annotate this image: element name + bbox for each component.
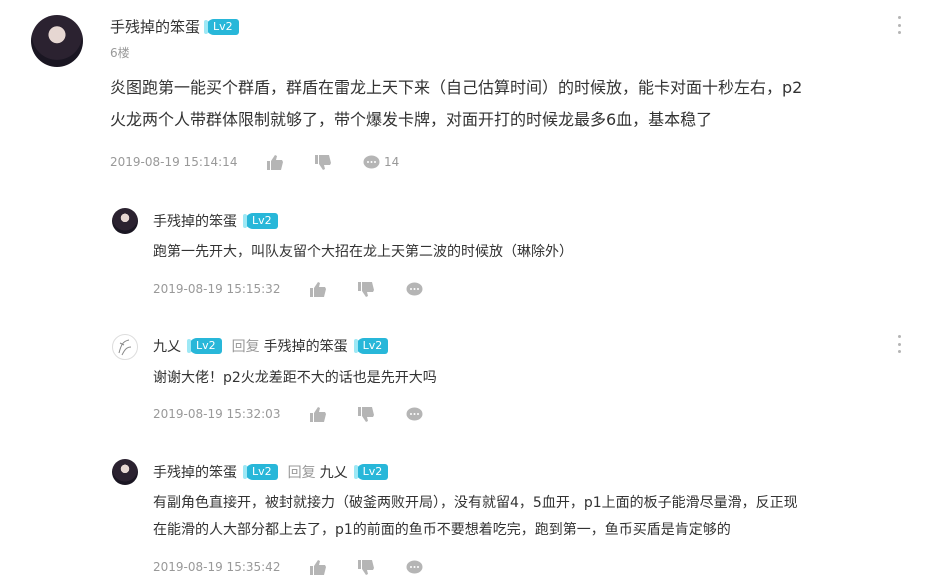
reply-label: 回复: [287, 465, 316, 481]
like-icon[interactable]: [309, 406, 327, 422]
comment-header: 手残掉的笨蛋 Lv2: [110, 16, 239, 37]
level-badge: Lv2: [187, 338, 222, 354]
username[interactable]: 手残掉的笨蛋: [110, 16, 200, 37]
avatar[interactable]: [31, 15, 83, 67]
reply-header: 手残掉的笨蛋 Lv2 回复 九乂 Lv2: [153, 462, 389, 482]
timestamp: 2019-08-19 15:35:42: [153, 560, 281, 574]
comment-count: 14: [384, 155, 400, 169]
comment-icon[interactable]: [405, 559, 423, 575]
like-icon[interactable]: [266, 154, 284, 170]
dislike-icon[interactable]: [357, 559, 375, 575]
reply-label: 回复: [231, 339, 260, 355]
comment-icon[interactable]: [405, 281, 423, 297]
reply-content: 有副角色直接开，被封就接力（破釜两败开局），没有就留4，5血开，p1上面的板子能…: [153, 490, 798, 544]
content-line: 有副角色直接开，被封就接力（破釜两败开局），没有就留4，5血开，p1上面的板子能…: [153, 495, 798, 511]
like-icon[interactable]: [309, 281, 327, 297]
timestamp: 2019-08-19 15:14:14: [110, 155, 238, 169]
username[interactable]: 手残掉的笨蛋: [153, 211, 237, 231]
comment-icon[interactable]: [405, 406, 423, 422]
timestamp: 2019-08-19 15:15:32: [153, 282, 281, 296]
floor-number: 6楼: [110, 46, 130, 60]
reply-header: 九乂 Lv2 回复 手残掉的笨蛋 Lv2: [153, 336, 389, 356]
avatar[interactable]: [112, 334, 138, 360]
reply-actions: 2019-08-19 15:35:42: [153, 559, 423, 575]
dislike-icon[interactable]: [357, 406, 375, 422]
dislike-icon[interactable]: [314, 154, 332, 170]
reply-actions: 2019-08-19 15:32:03: [153, 406, 423, 422]
level-badge: Lv2: [204, 18, 239, 35]
level-badge: Lv2: [243, 464, 278, 480]
more-options-icon[interactable]: [896, 335, 902, 353]
comment-icon[interactable]: [362, 154, 380, 170]
reply-to-username[interactable]: 九乂: [320, 462, 348, 482]
content-line: 炎图跑第一能买个群盾，群盾在雷龙上天下来（自己估算时间）的时候放，能卡对面十秒左…: [110, 78, 803, 97]
reply-header: 手残掉的笨蛋 Lv2: [153, 211, 278, 231]
avatar[interactable]: [112, 459, 138, 485]
level-badge: Lv2: [353, 464, 389, 480]
avatar[interactable]: [112, 208, 138, 234]
level-badge: Lv2: [243, 213, 278, 229]
username[interactable]: 手残掉的笨蛋: [153, 462, 237, 482]
like-icon[interactable]: [309, 559, 327, 575]
reply-to-username[interactable]: 手残掉的笨蛋: [264, 336, 348, 356]
reply-content: 谢谢大佬！p2火龙差距不大的话也是先开大吗: [153, 370, 437, 386]
more-options-icon[interactable]: [896, 16, 902, 34]
timestamp: 2019-08-19 15:32:03: [153, 407, 281, 421]
comment-actions: 2019-08-19 15:14:14 14: [110, 154, 399, 170]
reply-actions: 2019-08-19 15:15:32: [153, 281, 423, 297]
username[interactable]: 九乂: [153, 336, 181, 356]
content-line: 在能滑的人大部分都上去了，p1的前面的鱼币不要想着吃完，跑到第一，鱼币买盾是肯定…: [153, 522, 731, 538]
content-line: 火龙两个人带群体限制就够了，带个爆发卡牌，对面开打的时候龙最多6血，基本稳了: [110, 110, 713, 129]
dislike-icon[interactable]: [357, 281, 375, 297]
reply-content: 跑第一先开大，叫队友留个大招在龙上天第二波的时候放（琳除外）: [153, 244, 573, 260]
level-badge: Lv2: [353, 338, 389, 354]
comment-content: 炎图跑第一能买个群盾，群盾在雷龙上天下来（自己估算时间）的时候放，能卡对面十秒左…: [110, 72, 802, 136]
